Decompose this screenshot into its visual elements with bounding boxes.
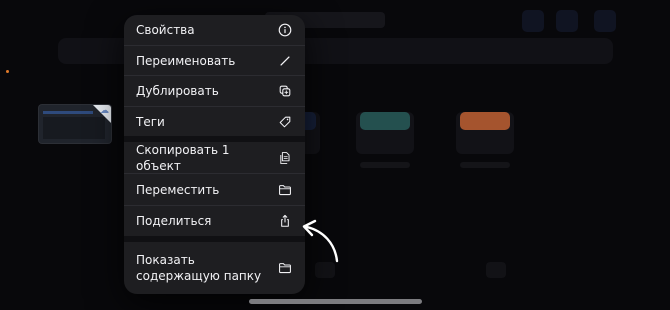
home-indicator[interactable] bbox=[249, 299, 422, 304]
annotation-arrow bbox=[302, 219, 339, 263]
selected-file-thumbnail[interactable]: ☁ bbox=[39, 105, 111, 143]
pencil-icon bbox=[277, 53, 293, 69]
duplicate-icon bbox=[277, 83, 293, 99]
background-folder-caption bbox=[360, 162, 410, 168]
menu-item-label: Скопировать 1 объект bbox=[136, 142, 230, 173]
background-folder bbox=[456, 112, 514, 154]
menu-item-label: Свойства bbox=[136, 23, 195, 37]
menu-item-label: Переместить bbox=[136, 182, 220, 197]
cloud-icon: ☁ bbox=[100, 106, 109, 116]
tag-icon bbox=[277, 114, 293, 130]
share-icon bbox=[277, 213, 293, 229]
menu-item-label: Переименовать bbox=[136, 53, 236, 68]
menu-item-properties[interactable]: Свойства bbox=[124, 15, 305, 45]
folder-icon bbox=[277, 260, 293, 276]
background-folder-caption bbox=[460, 162, 510, 168]
menu-item-show-enclosing-folder[interactable]: Показать содержащую папку bbox=[124, 242, 305, 294]
menu-item-duplicate[interactable]: Дублировать bbox=[124, 76, 305, 106]
menu-item-rename[interactable]: Переименовать bbox=[124, 46, 305, 75]
menu-item-share[interactable]: Поделиться bbox=[124, 206, 305, 236]
copy-document-icon bbox=[277, 150, 293, 166]
menu-item-label: Дублировать bbox=[136, 84, 219, 98]
background-indicator-dot bbox=[6, 70, 9, 73]
folder-icon bbox=[277, 182, 293, 198]
background-toolbar-button bbox=[594, 10, 616, 32]
menu-item-label: Поделиться bbox=[136, 214, 212, 228]
background-toolbar-button bbox=[556, 10, 578, 32]
menu-item-move[interactable]: Переместить bbox=[124, 174, 305, 205]
info-circle-icon bbox=[277, 22, 293, 38]
context-menu: Свойства Переименовать Дублировать Теги … bbox=[124, 15, 305, 294]
menu-item-label: Показать содержащую папку bbox=[136, 253, 262, 283]
menu-item-label: Теги bbox=[136, 114, 165, 129]
background-folder bbox=[356, 112, 414, 154]
menu-item-copy[interactable]: Скопировать 1 объект bbox=[124, 142, 305, 173]
menu-item-tags[interactable]: Теги bbox=[124, 107, 305, 136]
background-file-icon bbox=[486, 262, 506, 278]
background-toolbar-button bbox=[522, 10, 544, 32]
